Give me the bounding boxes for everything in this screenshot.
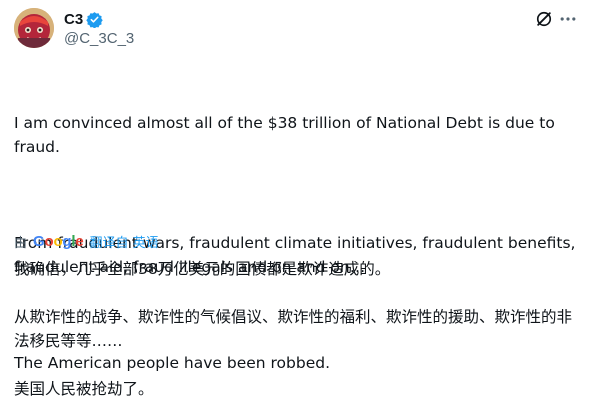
grok-icon[interactable] xyxy=(534,9,554,29)
google-logo: Google xyxy=(33,233,84,250)
translated-text: 我确信，几乎全部38万亿美元的国债都是欺诈造成的。 从欺诈性的战争、欺诈性的气候… xyxy=(14,257,580,410)
avatar[interactable] xyxy=(14,8,54,48)
translated-by-label: 由 xyxy=(14,236,28,251)
author-names: C3 @C_3C_3 xyxy=(64,9,134,48)
translated-paragraph: 我确信，几乎全部38万亿美元的国债都是欺诈造成的。 xyxy=(14,260,391,278)
translated-paragraph: 从欺诈性的战争、欺诈性的气候倡议、欺诈性的福利、欺诈性的援助、欺诈性的非法移民等… xyxy=(14,308,573,350)
display-name[interactable]: C3 xyxy=(64,11,83,28)
tweet-header: C3 @C_3C_3 xyxy=(14,8,580,52)
author-handle[interactable]: @C_3C_3 xyxy=(64,30,134,47)
translated-paragraph: 美国人民被抢劫了。 xyxy=(14,380,154,398)
tweet-paragraph: I am convinced almost all of the $38 tri… xyxy=(14,114,560,156)
more-options-icon[interactable] xyxy=(558,9,578,29)
translation-attribution: 由 Google 翻译自 英语 xyxy=(14,232,159,251)
verified-badge-icon xyxy=(86,11,103,28)
translation-source-link[interactable]: 翻译自 英语 xyxy=(90,232,159,251)
